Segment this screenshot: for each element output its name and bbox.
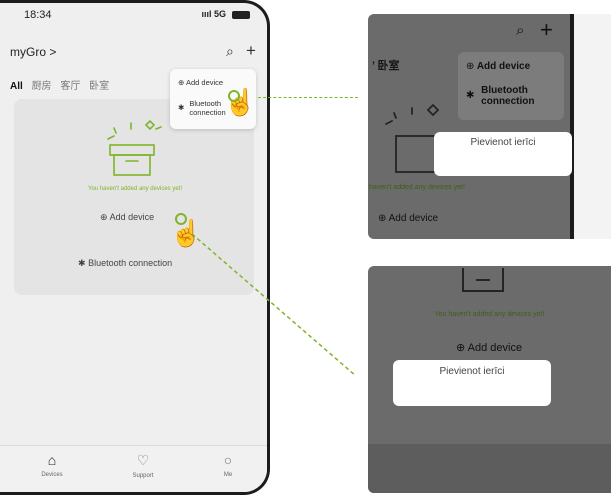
zoom-add-device-button[interactable]: ⊕ Add device	[456, 341, 522, 354]
brand-home-button[interactable]: myGro >	[10, 45, 56, 59]
translation-tooltip: Pievienot ierīci	[393, 360, 551, 406]
zoom-add-device-button[interactable]: ⊕ Add device	[378, 213, 438, 224]
menu-add-label: Add device	[185, 78, 224, 87]
box-icon	[462, 268, 504, 292]
menu-item-add-device[interactable]: ⊕ Add device	[178, 78, 223, 87]
bluetooth-icon: ✱	[78, 258, 86, 268]
nav-support[interactable]: ♡ Support	[113, 452, 173, 479]
plus-circle-icon: ⊕	[178, 78, 185, 87]
bell-icon[interactable]: ⌕	[226, 43, 234, 60]
plus-circle-icon: ⊕	[456, 342, 466, 354]
box-icon	[107, 119, 162, 176]
bell-icon[interactable]: ⌕	[516, 22, 524, 39]
callout-connector	[258, 97, 358, 98]
empty-message: You haven't added any devices yet!	[88, 186, 182, 192]
status-bar: 18:34 ıııl 5G	[14, 7, 254, 25]
zoom-empty-message: You haven't added any devices yet!	[434, 311, 545, 318]
tab-kitchen[interactable]: 厨房	[32, 81, 52, 92]
zoom-add-menu-popup: ⊕ Add device ✱ Bluetooth connection	[458, 52, 564, 120]
zoom-menu-bluetooth-line2: connection	[481, 96, 535, 107]
zoom-menu-bluetooth-line1: Bluetooth	[481, 85, 528, 96]
zoom-room-text: 卧室	[377, 60, 400, 72]
bluetooth-icon: ✱	[178, 103, 185, 112]
zoom-menu-item-add-device[interactable]: ⊕ Add device	[466, 61, 530, 72]
nav-devices[interactable]: ⌂ Devices	[22, 452, 82, 478]
tap-indicator	[228, 90, 240, 102]
callout-connector-diagonal	[191, 233, 357, 377]
plus-circle-icon: ⊕	[378, 213, 387, 224]
zoom-add-device-label: Add device	[388, 213, 439, 224]
menu-item-bluetooth[interactable]: ✱ Bluetooth connection	[178, 99, 226, 117]
home-icon: ⌂	[47, 452, 57, 468]
bottom-navigation: ⌂ Devices ♡ Support ○ Me	[0, 445, 267, 492]
status-network: ıııl 5G	[201, 9, 226, 19]
support-icon: ♡	[136, 452, 150, 468]
nav-support-label: Support	[132, 473, 154, 479]
translation-tooltip: Pievienot ierīci	[434, 132, 572, 176]
add-device-button[interactable]: ⊕ Add device	[100, 212, 154, 223]
menu-bluetooth-line1: Bluetooth	[189, 99, 222, 108]
zoom-bottom-bar	[368, 444, 611, 493]
tab-living-room[interactable]: 客厅	[60, 81, 80, 92]
battery-icon	[232, 11, 250, 19]
plus-circle-icon: ⊕	[100, 212, 108, 222]
zoom-phone-edge	[570, 14, 611, 239]
zoom-menu-add-label: Add device	[476, 61, 531, 72]
room-tabs: All 厨房 客厅 卧室	[10, 77, 115, 92]
status-time: 18:34	[24, 9, 52, 21]
zoom-menu-item-bluetooth[interactable]: ✱ Bluetooth connection	[466, 85, 535, 107]
menu-bluetooth-line2: connection	[189, 108, 226, 117]
nav-me[interactable]: ○ Me	[198, 452, 258, 478]
add-device-label: Add device	[109, 212, 155, 222]
bluetooth-connection-label: Bluetooth connection	[88, 258, 173, 268]
plus-icon[interactable]: +	[540, 17, 553, 43]
zoom-room-label: ’ 卧室	[372, 60, 400, 72]
tap-indicator	[175, 213, 187, 225]
profile-icon: ○	[223, 452, 233, 468]
zoom-add-device-label: Add device	[467, 342, 523, 354]
plus-circle-icon: ⊕	[466, 61, 475, 72]
zoom-empty-message: haven't added any devices yet!	[369, 184, 465, 191]
tab-all[interactable]: All	[10, 81, 23, 92]
nav-me-label: Me	[223, 472, 233, 478]
nav-devices-label: Devices	[41, 472, 63, 478]
tab-bedroom[interactable]: 卧室	[89, 81, 109, 92]
plus-icon[interactable]: +	[246, 41, 256, 61]
bluetooth-icon: ✱	[466, 90, 475, 101]
bluetooth-connection-button[interactable]: ✱ Bluetooth connection	[78, 258, 172, 269]
